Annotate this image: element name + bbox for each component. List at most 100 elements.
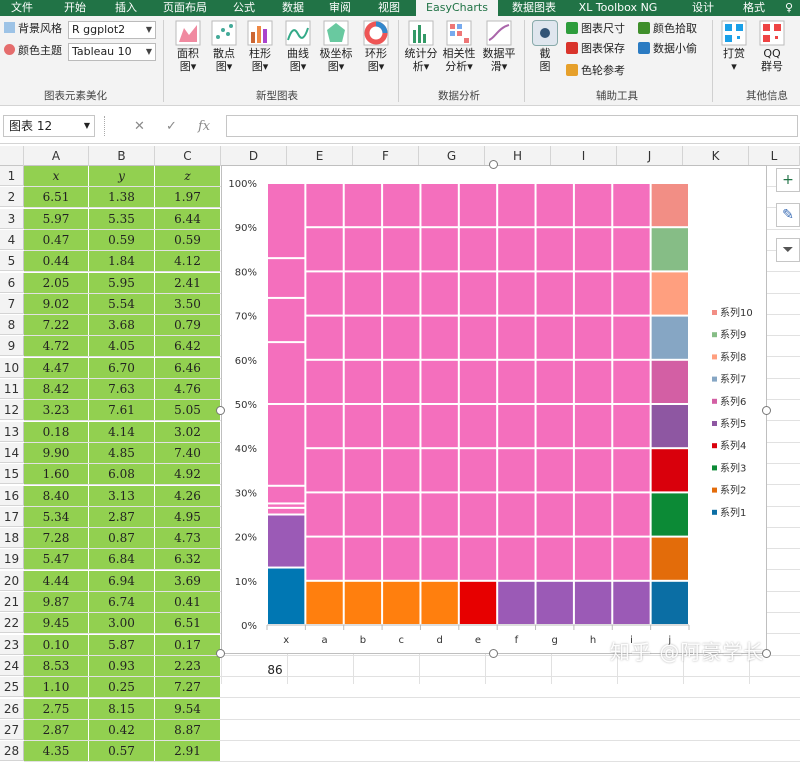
table-cell[interactable]: 1.84: [89, 251, 155, 273]
table-cell[interactable]: 4.85: [89, 443, 155, 465]
table-cell[interactable]: 7.27: [155, 677, 221, 699]
table-header-cell[interactable]: x: [24, 166, 89, 188]
fx-icon[interactable]: fx: [198, 119, 210, 134]
color-theme-select[interactable]: Tableau 10 ▼: [68, 43, 156, 61]
row-header[interactable]: 11: [0, 379, 24, 399]
table-cell[interactable]: 6.70: [89, 358, 155, 380]
table-cell[interactable]: 5.95: [89, 273, 155, 295]
table-cell[interactable]: 4.14: [89, 422, 155, 444]
column-header-g[interactable]: G: [419, 146, 485, 166]
table-cell[interactable]: 6.51: [24, 187, 89, 209]
filter-button[interactable]: ⏷: [776, 238, 800, 262]
color-picker-button[interactable]: 颜色拾取: [638, 22, 697, 36]
formula-input[interactable]: [226, 115, 798, 137]
table-cell[interactable]: 4.44: [24, 571, 89, 593]
select-all-corner[interactable]: [0, 146, 24, 166]
screenshot-button[interactable]: 截 图: [530, 20, 560, 73]
row-header[interactable]: 2: [0, 187, 24, 207]
table-cell[interactable]: 8.87: [155, 720, 221, 742]
tab-11[interactable]: 设计: [678, 0, 728, 16]
table-cell[interactable]: 6.42: [155, 336, 221, 358]
resize-handle[interactable]: [489, 649, 498, 658]
tab-8[interactable]: EasyCharts: [416, 0, 498, 16]
tab-10[interactable]: XL Toolbox NG: [570, 0, 666, 16]
row-header[interactable]: 17: [0, 507, 24, 527]
table-cell[interactable]: 2.87: [24, 720, 89, 742]
table-cell[interactable]: 2.91: [155, 741, 221, 762]
tab-12[interactable]: 格式: [732, 0, 776, 16]
table-cell[interactable]: 4.92: [155, 464, 221, 486]
table-cell[interactable]: 0.93: [89, 656, 155, 678]
table-cell[interactable]: 0.42: [89, 720, 155, 742]
table-cell[interactable]: 7.61: [89, 400, 155, 422]
column-header-i[interactable]: I: [551, 146, 617, 166]
smoothing-button[interactable]: 数据平 滑▾: [480, 20, 518, 73]
bg-style-select[interactable]: R ggplot2 ▼: [68, 21, 156, 39]
tab-0[interactable]: 文件: [0, 0, 44, 16]
table-cell[interactable]: 6.46: [155, 358, 221, 380]
table-cell[interactable]: 3.23: [24, 400, 89, 422]
table-cell[interactable]: 0.17: [155, 635, 221, 657]
row-header[interactable]: 5: [0, 251, 24, 271]
cancel-icon[interactable]: ✕: [134, 119, 145, 134]
table-cell[interactable]: 0.59: [89, 230, 155, 252]
color-wheel-button[interactable]: 色轮参考: [566, 64, 625, 78]
table-cell[interactable]: 1.10: [24, 677, 89, 699]
row-header[interactable]: 9: [0, 336, 24, 356]
table-cell[interactable]: 4.76: [155, 379, 221, 401]
row-header[interactable]: 19: [0, 549, 24, 569]
table-cell[interactable]: 3.69: [155, 571, 221, 593]
table-cell[interactable]: 0.44: [24, 251, 89, 273]
table-cell[interactable]: 3.00: [89, 613, 155, 635]
row-header[interactable]: 22: [0, 613, 24, 633]
column-header-l[interactable]: L: [749, 146, 800, 166]
row-header[interactable]: 21: [0, 592, 24, 612]
row-header[interactable]: 18: [0, 528, 24, 548]
name-box[interactable]: 图表 12 ▼: [3, 115, 95, 137]
column-header-a[interactable]: A: [24, 146, 89, 166]
table-cell[interactable]: 0.57: [89, 741, 155, 762]
table-cell[interactable]: 0.10: [24, 635, 89, 657]
table-cell[interactable]: 1.60: [24, 464, 89, 486]
tab-3[interactable]: 页面布局: [155, 0, 215, 16]
table-cell[interactable]: 6.51: [155, 613, 221, 635]
add-element-button[interactable]: +: [776, 168, 800, 192]
row-header[interactable]: 27: [0, 720, 24, 740]
column-header-c[interactable]: C: [155, 146, 221, 166]
brush-style-button[interactable]: ✎: [776, 203, 800, 227]
row-header[interactable]: 25: [0, 677, 24, 697]
chart-save-button[interactable]: 图表保存: [566, 42, 625, 56]
tab-4[interactable]: 公式: [224, 0, 264, 16]
column-header-j[interactable]: J: [617, 146, 683, 166]
cell-d28[interactable]: 86: [240, 660, 310, 680]
table-cell[interactable]: 5.97: [24, 209, 89, 231]
table-header-cell[interactable]: y: [89, 166, 155, 188]
table-cell[interactable]: 6.44: [155, 209, 221, 231]
tab-1[interactable]: 开始: [50, 0, 100, 16]
table-cell[interactable]: 4.05: [89, 336, 155, 358]
qq-group-button[interactable]: QQ 群号: [756, 20, 788, 73]
table-cell[interactable]: 4.12: [155, 251, 221, 273]
table-cell[interactable]: 5.54: [89, 294, 155, 316]
table-cell[interactable]: 0.18: [24, 422, 89, 444]
row-header[interactable]: 20: [0, 571, 24, 591]
column-header-b[interactable]: B: [89, 146, 155, 166]
table-cell[interactable]: 4.73: [155, 528, 221, 550]
table-cell[interactable]: 4.47: [24, 358, 89, 380]
reward-button[interactable]: 打赏 ▾: [718, 20, 750, 73]
row-header[interactable]: 15: [0, 464, 24, 484]
table-cell[interactable]: 0.25: [89, 677, 155, 699]
table-cell[interactable]: 5.87: [89, 635, 155, 657]
table-cell[interactable]: 6.08: [89, 464, 155, 486]
table-cell[interactable]: 6.32: [155, 549, 221, 571]
table-cell[interactable]: 1.38: [89, 187, 155, 209]
table-cell[interactable]: 8.15: [89, 699, 155, 721]
chart-size-button[interactable]: 图表尺寸: [566, 22, 625, 36]
table-cell[interactable]: 7.63: [89, 379, 155, 401]
table-cell[interactable]: 3.50: [155, 294, 221, 316]
column-header-f[interactable]: F: [353, 146, 419, 166]
resize-handle[interactable]: [216, 406, 225, 415]
row-header[interactable]: 4: [0, 230, 24, 250]
table-cell[interactable]: 4.35: [24, 741, 89, 762]
table-cell[interactable]: 5.05: [155, 400, 221, 422]
